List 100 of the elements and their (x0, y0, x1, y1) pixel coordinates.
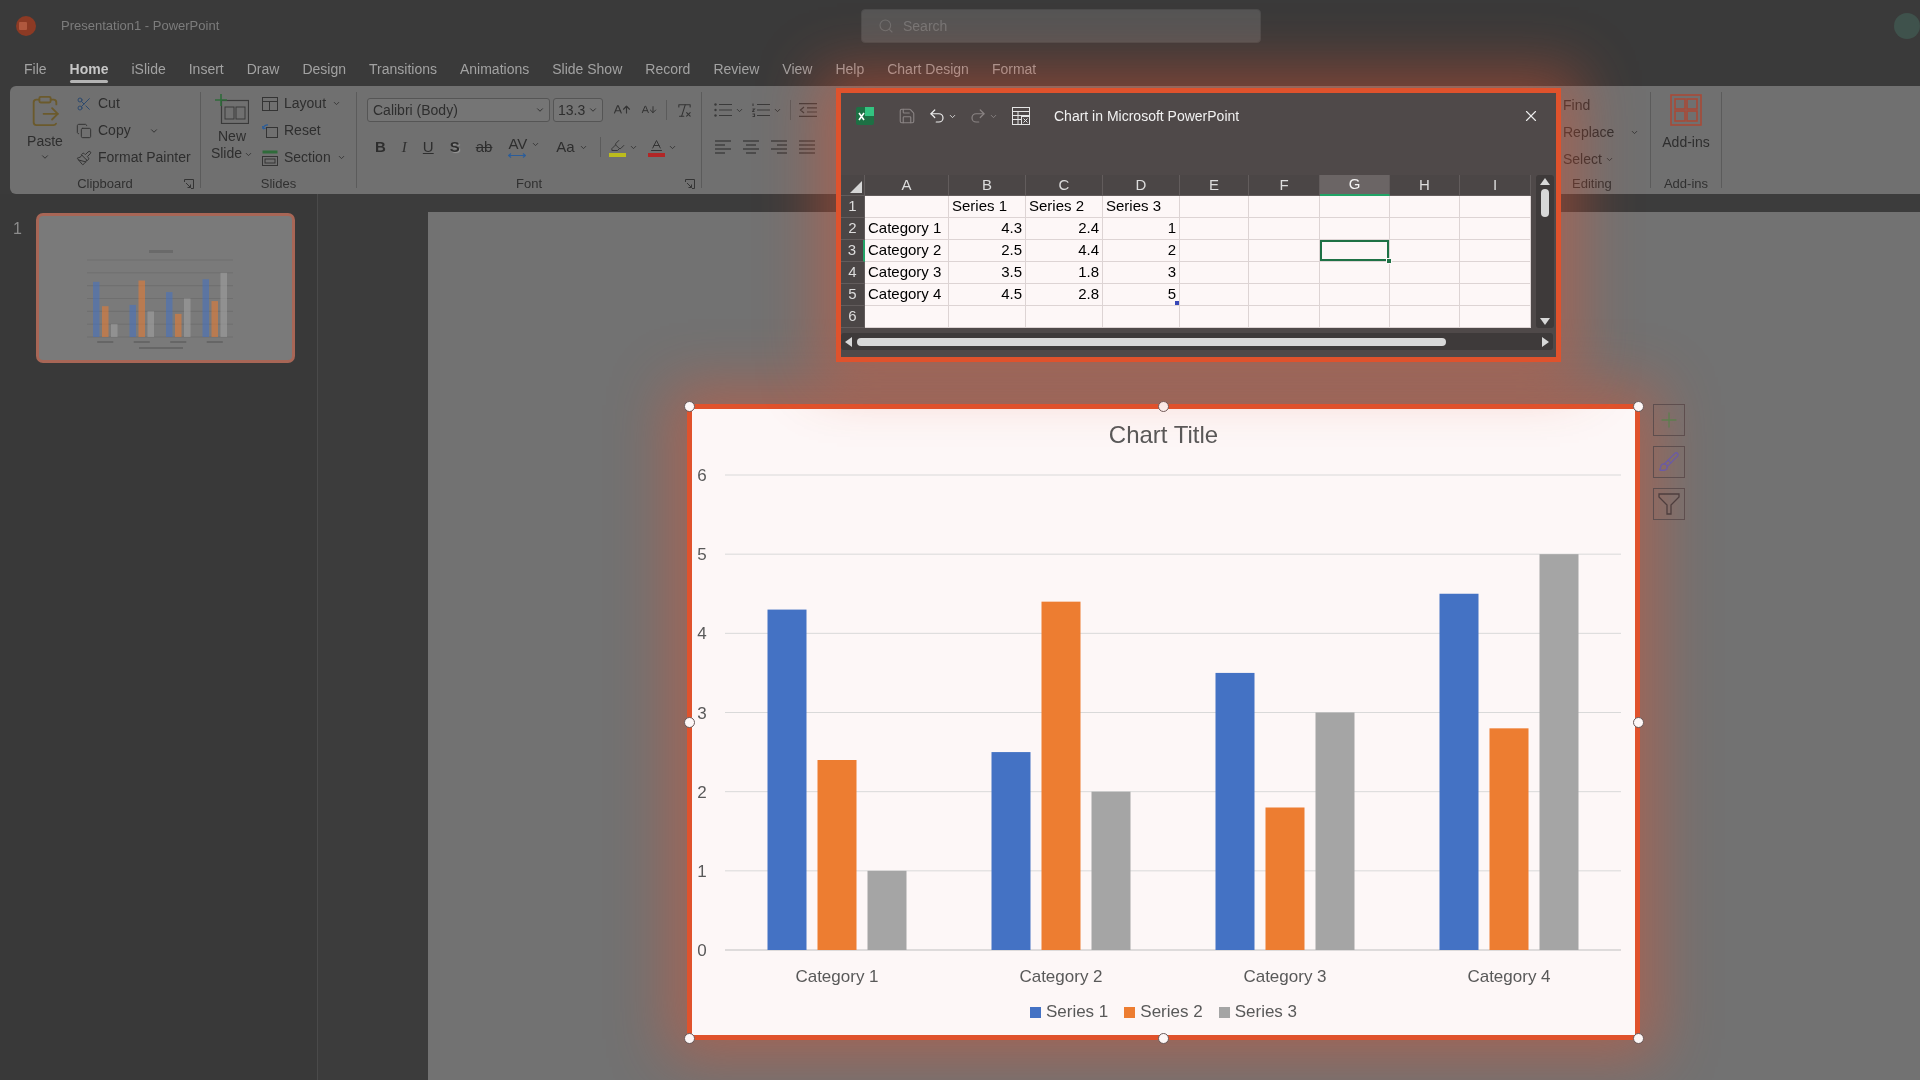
row-header[interactable]: 6 (841, 306, 865, 328)
character-spacing-button[interactable]: AV (500, 134, 549, 160)
spreadsheet-cell[interactable]: 3.5 (949, 262, 1026, 284)
scrollbar-thumb[interactable] (857, 337, 1446, 346)
resize-handle[interactable] (1158, 401, 1169, 412)
column-header[interactable]: G (1320, 175, 1390, 196)
row-header[interactable]: 3 (841, 240, 865, 262)
spreadsheet-cell[interactable]: 4.4 (1026, 240, 1103, 262)
row-header[interactable]: 4 (841, 262, 865, 284)
highlight-color-button[interactable] (608, 137, 638, 157)
numbering-button[interactable] (752, 103, 782, 117)
copy-button[interactable]: Copy (76, 117, 191, 144)
align-right-button[interactable] (770, 140, 788, 154)
spreadsheet-cell[interactable] (1390, 196, 1460, 218)
spreadsheet-cell[interactable]: Category 1 (865, 218, 949, 240)
resize-handle[interactable] (684, 401, 695, 412)
spreadsheet-cell[interactable] (1180, 218, 1249, 240)
change-case-button[interactable]: Aa (548, 134, 596, 160)
dialog-launcher-icon[interactable] (685, 179, 695, 189)
add-ins-button[interactable]: Add-ins (1662, 86, 1710, 150)
spreadsheet-cell[interactable] (1180, 196, 1249, 218)
save-button[interactable] (898, 107, 916, 125)
spreadsheet-cell[interactable]: Category 3 (865, 262, 949, 284)
bullets-button[interactable] (714, 103, 744, 117)
menu-tab[interactable]: Draw (246, 52, 280, 86)
column-header[interactable]: C (1026, 175, 1103, 196)
column-header[interactable]: H (1390, 175, 1460, 196)
reset-button[interactable]: Reset (262, 117, 346, 144)
spreadsheet-cell[interactable] (1026, 306, 1103, 328)
spreadsheet-cell[interactable] (1460, 284, 1531, 306)
spreadsheet-cell[interactable]: 1.8 (1026, 262, 1103, 284)
spreadsheet-cell[interactable] (1320, 240, 1390, 262)
decrease-indent-button[interactable] (799, 103, 817, 117)
align-center-button[interactable] (742, 140, 760, 154)
spreadsheet-cell[interactable] (1390, 218, 1460, 240)
spreadsheet-cell[interactable]: 2.5 (949, 240, 1026, 262)
spreadsheet-cell[interactable] (1320, 218, 1390, 240)
edit-in-excel-button[interactable] (1012, 107, 1030, 125)
horizontal-scrollbar[interactable] (841, 333, 1553, 350)
menu-tab[interactable]: Record (645, 52, 691, 86)
scrollbar-thumb[interactable] (1541, 189, 1549, 217)
justify-button[interactable] (798, 140, 816, 154)
resize-handle[interactable] (1158, 1033, 1169, 1044)
spreadsheet-cell[interactable] (1460, 306, 1531, 328)
column-header[interactable]: A (865, 175, 949, 196)
menu-tab[interactable]: File (24, 52, 47, 86)
font-name-dropdown[interactable]: Calibri (Body) (367, 98, 550, 122)
resize-handle[interactable] (1633, 401, 1644, 412)
chart-elements-button[interactable] (1653, 404, 1685, 436)
strikethrough-button[interactable]: ab (467, 134, 501, 160)
select-all-button[interactable] (841, 175, 865, 196)
spreadsheet-cell[interactable] (1320, 196, 1390, 218)
spreadsheet-cell[interactable] (1460, 262, 1531, 284)
section-button[interactable]: Section (262, 144, 346, 171)
row-header[interactable]: 5 (841, 284, 865, 306)
chart-filters-button[interactable] (1653, 488, 1685, 520)
column-header[interactable]: F (1249, 175, 1320, 196)
resize-handle[interactable] (684, 717, 695, 728)
spreadsheet-cell[interactable] (1460, 196, 1531, 218)
spreadsheet-cell[interactable]: Category 2 (865, 240, 949, 262)
spreadsheet-cell[interactable] (865, 196, 949, 218)
menu-tab[interactable]: Home (69, 52, 109, 86)
spreadsheet-cell[interactable]: 3 (1103, 262, 1180, 284)
spreadsheet-cell[interactable] (1460, 240, 1531, 262)
cut-button[interactable]: Cut (76, 90, 191, 117)
spreadsheet-cell[interactable] (1390, 240, 1460, 262)
spreadsheet-cell[interactable] (1180, 240, 1249, 262)
spreadsheet-cell[interactable] (1249, 284, 1320, 306)
menu-tab[interactable]: Review (713, 52, 760, 86)
menu-tab[interactable]: Format (991, 52, 1037, 86)
bar-chart[interactable]: Chart Title 0 1 2 3 4 5 6 Category 1 Category 2 Category 3 Category 4 Series 1 Series 2 Series 3 (687, 404, 1640, 1040)
spreadsheet-cell[interactable] (949, 306, 1026, 328)
column-header[interactable]: B (949, 175, 1026, 196)
avatar-icon[interactable] (1894, 13, 1920, 39)
new-slide-button[interactable]: New Slide (208, 86, 256, 162)
layout-button[interactable]: Layout (262, 90, 346, 117)
italic-button[interactable]: I (393, 134, 415, 160)
column-header[interactable]: D (1103, 175, 1180, 196)
spreadsheet-cell[interactable]: 2.8 (1026, 284, 1103, 306)
spreadsheet-cell[interactable] (1249, 240, 1320, 262)
spreadsheet-cell[interactable]: 1 (1103, 218, 1180, 240)
spreadsheet-cell[interactable]: Series 2 (1026, 196, 1103, 218)
spreadsheet-cell[interactable]: Series 1 (949, 196, 1026, 218)
spreadsheet-cell[interactable]: 5 (1103, 284, 1180, 306)
spreadsheet-cell[interactable] (1103, 306, 1180, 328)
spreadsheet-cell[interactable] (1320, 306, 1390, 328)
spreadsheet-cell[interactable]: 2 (1103, 240, 1180, 262)
spreadsheet-cell[interactable] (1390, 306, 1460, 328)
spreadsheet-cell[interactable] (1390, 262, 1460, 284)
spreadsheet-cell[interactable] (1180, 262, 1249, 284)
dialog-launcher-icon[interactable] (184, 179, 194, 189)
spreadsheet-cell[interactable]: 4.5 (949, 284, 1026, 306)
chart-styles-button[interactable] (1653, 446, 1685, 478)
bold-button[interactable]: B (367, 134, 394, 160)
spreadsheet-cell[interactable] (1460, 218, 1531, 240)
undo-button[interactable] (928, 107, 957, 125)
resize-handle[interactable] (684, 1033, 695, 1044)
spreadsheet-cell[interactable] (1320, 284, 1390, 306)
spreadsheet-cell[interactable] (1249, 218, 1320, 240)
spreadsheet-cell[interactable] (1320, 262, 1390, 284)
